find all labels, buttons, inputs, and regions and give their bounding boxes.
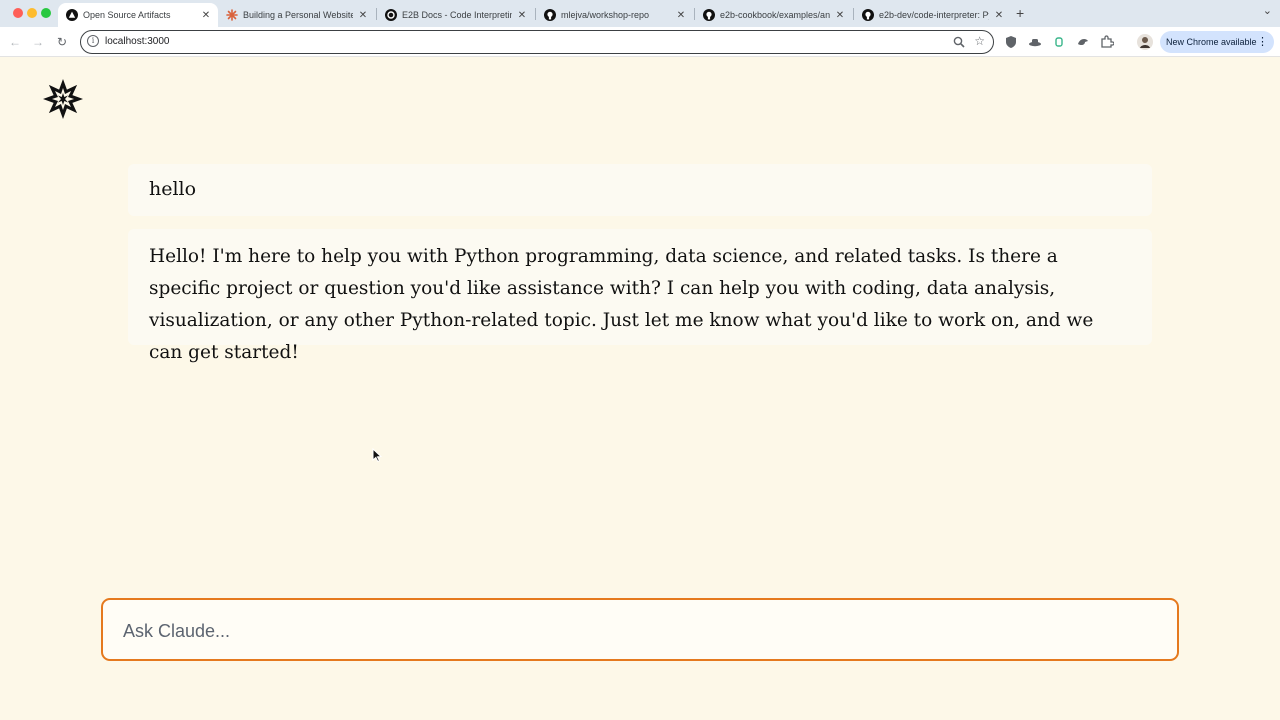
- close-tab-icon[interactable]: ✕: [993, 10, 1005, 21]
- back-arrow-icon[interactable]: ←: [6, 33, 24, 51]
- window-maximize-button[interactable]: [41, 8, 51, 18]
- close-tab-icon[interactable]: ✕: [834, 10, 846, 21]
- github-icon: [862, 9, 874, 21]
- zoom-magnifier-icon[interactable]: [953, 35, 965, 53]
- shield-extension-icon[interactable]: [1004, 35, 1018, 49]
- sparkle-favicon-icon: [226, 9, 238, 21]
- hat-extension-icon[interactable]: [1028, 35, 1042, 49]
- browser-toolbar: ← → ↻ i localhost:3000 ☆ New Chrome avai…: [0, 27, 1280, 57]
- window-close-button[interactable]: [13, 8, 23, 18]
- e2b-favicon-icon: [385, 9, 397, 21]
- tab-title: Building a Personal Website: [243, 10, 353, 20]
- site-info-icon[interactable]: i: [87, 35, 99, 47]
- green-extension-icon[interactable]: [1052, 35, 1066, 49]
- new-chrome-available-button[interactable]: New Chrome available ⋮: [1160, 31, 1274, 53]
- close-tab-icon[interactable]: ✕: [675, 10, 687, 21]
- assistant-message-text: Hello! I'm here to help you with Python …: [149, 246, 1094, 363]
- user-message: hello: [128, 164, 1152, 216]
- github-icon: [544, 9, 556, 21]
- close-tab-icon[interactable]: ✕: [516, 10, 528, 21]
- user-message-text: hello: [149, 178, 197, 200]
- more-vert-icon[interactable]: ⋮: [1257, 35, 1268, 48]
- tab-title: e2b-dev/code-interpreter: Py: [879, 10, 989, 20]
- browser-tab-open-source-artifacts[interactable]: Open Source Artifacts ✕: [58, 3, 218, 27]
- tab-title: Open Source Artifacts: [83, 10, 171, 20]
- chat-input-container: [101, 598, 1179, 661]
- browser-tab-code-interpreter[interactable]: e2b-dev/code-interpreter: Py ✕: [854, 3, 1011, 27]
- github-icon: [703, 9, 715, 21]
- reload-icon[interactable]: ↻: [53, 33, 71, 51]
- tab-search-chevron-icon[interactable]: ⌄: [1263, 4, 1272, 17]
- tab-title: e2b-cookbook/examples/anth: [720, 10, 830, 20]
- browser-tab-e2b-docs[interactable]: E2B Docs - Code Interpreting ✕: [377, 3, 534, 27]
- browser-tab-e2b-cookbook[interactable]: e2b-cookbook/examples/anth ✕: [695, 3, 852, 27]
- forward-arrow-icon[interactable]: →: [29, 33, 47, 51]
- browser-tab-building-website[interactable]: Building a Personal Website ✕: [218, 3, 375, 27]
- address-bar[interactable]: i localhost:3000 ☆: [80, 30, 994, 54]
- bookmark-star-icon[interactable]: ☆: [974, 34, 985, 48]
- browser-tab-workshop-repo[interactable]: mlejva/workshop-repo ✕: [536, 3, 693, 27]
- address-url: localhost:3000: [105, 36, 170, 47]
- new-tab-plus-icon[interactable]: +: [1016, 5, 1024, 21]
- window-minimize-button[interactable]: [27, 8, 37, 18]
- close-tab-icon[interactable]: ✕: [357, 10, 369, 21]
- triangle-favicon-icon: [66, 9, 78, 21]
- update-label: New Chrome available: [1166, 37, 1257, 47]
- close-tab-icon[interactable]: ✕: [200, 10, 212, 21]
- puzzle-extensions-icon[interactable]: [1100, 35, 1115, 49]
- bird-extension-icon[interactable]: [1076, 35, 1090, 49]
- browser-tab-strip: Open Source Artifacts ✕ Building a Perso…: [0, 0, 1280, 27]
- tab-title: mlejva/workshop-repo: [561, 10, 650, 20]
- profile-avatar[interactable]: [1137, 34, 1153, 50]
- assistant-message: Hello! I'm here to help you with Python …: [128, 229, 1152, 363]
- tab-title: E2B Docs - Code Interpreting: [402, 10, 512, 20]
- starburst-logo-icon: [42, 78, 84, 120]
- ask-claude-input[interactable]: [123, 618, 1153, 644]
- mouse-pointer-icon: [372, 447, 383, 467]
